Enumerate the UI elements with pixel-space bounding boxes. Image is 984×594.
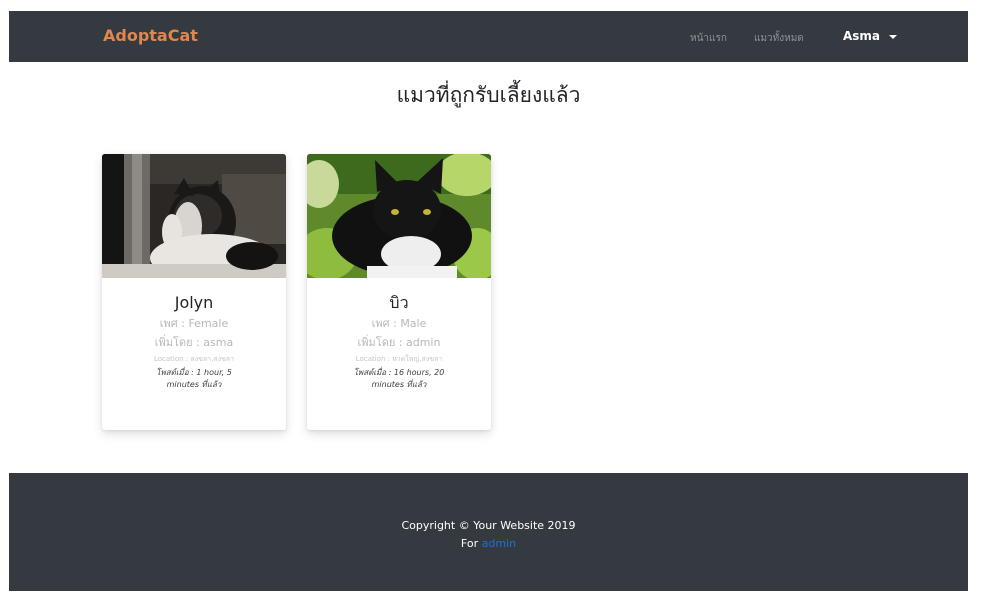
footer-admin-link[interactable]: admin (482, 537, 516, 550)
cat-posted-time: โพสต์เมื่อ : 16 hours, 20 minutes ที่แล้… (353, 368, 445, 389)
footer-credit: For admin (9, 537, 968, 550)
chevron-down-icon[interactable] (889, 35, 897, 39)
footer: Copyright © Your Website 2019 For admin (9, 473, 968, 591)
brand-logo[interactable]: AdoptaCat (103, 26, 198, 45)
nav-link-home[interactable]: หน้าแรก (690, 31, 727, 46)
user-menu[interactable]: Asma (843, 29, 880, 43)
footer-for-label: For (460, 537, 479, 550)
page-title: แมวที่ถูกรับเลี้ยงแล้ว (396, 83, 581, 107)
cat-photo[interactable] (102, 154, 286, 278)
cat-location: Location : สงขลา,สงขลา (153, 355, 235, 363)
cat-posted-time: โพสต์เมื่อ : 1 hour, 5 minutes ที่แล้ว (156, 368, 232, 389)
footer-copyright: Copyright © Your Website 2019 (401, 519, 576, 532)
cat-card[interactable]: บิว เพศ : Male เพิ่มโดย : admin Location… (307, 154, 491, 430)
cat-gender: เพศ : Female (159, 317, 229, 330)
card-body: Jolyn เพศ : Female เพิ่มโดย : asma Locat… (102, 292, 286, 391)
cat-name[interactable]: Jolyn (102, 292, 286, 314)
page-frame: AdoptaCat หน้าแรก แมวทั้งหมด Asma แมวที่… (9, 11, 968, 591)
cat-card[interactable]: Jolyn เพศ : Female เพิ่มโดย : asma Locat… (102, 154, 286, 430)
cat-gender: เพศ : Male (371, 317, 427, 330)
navbar: AdoptaCat หน้าแรก แมวทั้งหมด Asma (9, 11, 968, 62)
cat-added-by: เพิ่มโดย : admin (357, 336, 441, 349)
nav-link-all-cats[interactable]: แมวทั้งหมด (754, 31, 804, 46)
cat-added-by: เพิ่มโดย : asma (154, 336, 234, 349)
cat-name[interactable]: บิว (307, 292, 491, 314)
cat-location: Location : หาดใหญ่,สงขลา (355, 355, 443, 363)
card-body: บิว เพศ : Male เพิ่มโดย : admin Location… (307, 292, 491, 391)
cat-photo[interactable] (307, 154, 491, 278)
